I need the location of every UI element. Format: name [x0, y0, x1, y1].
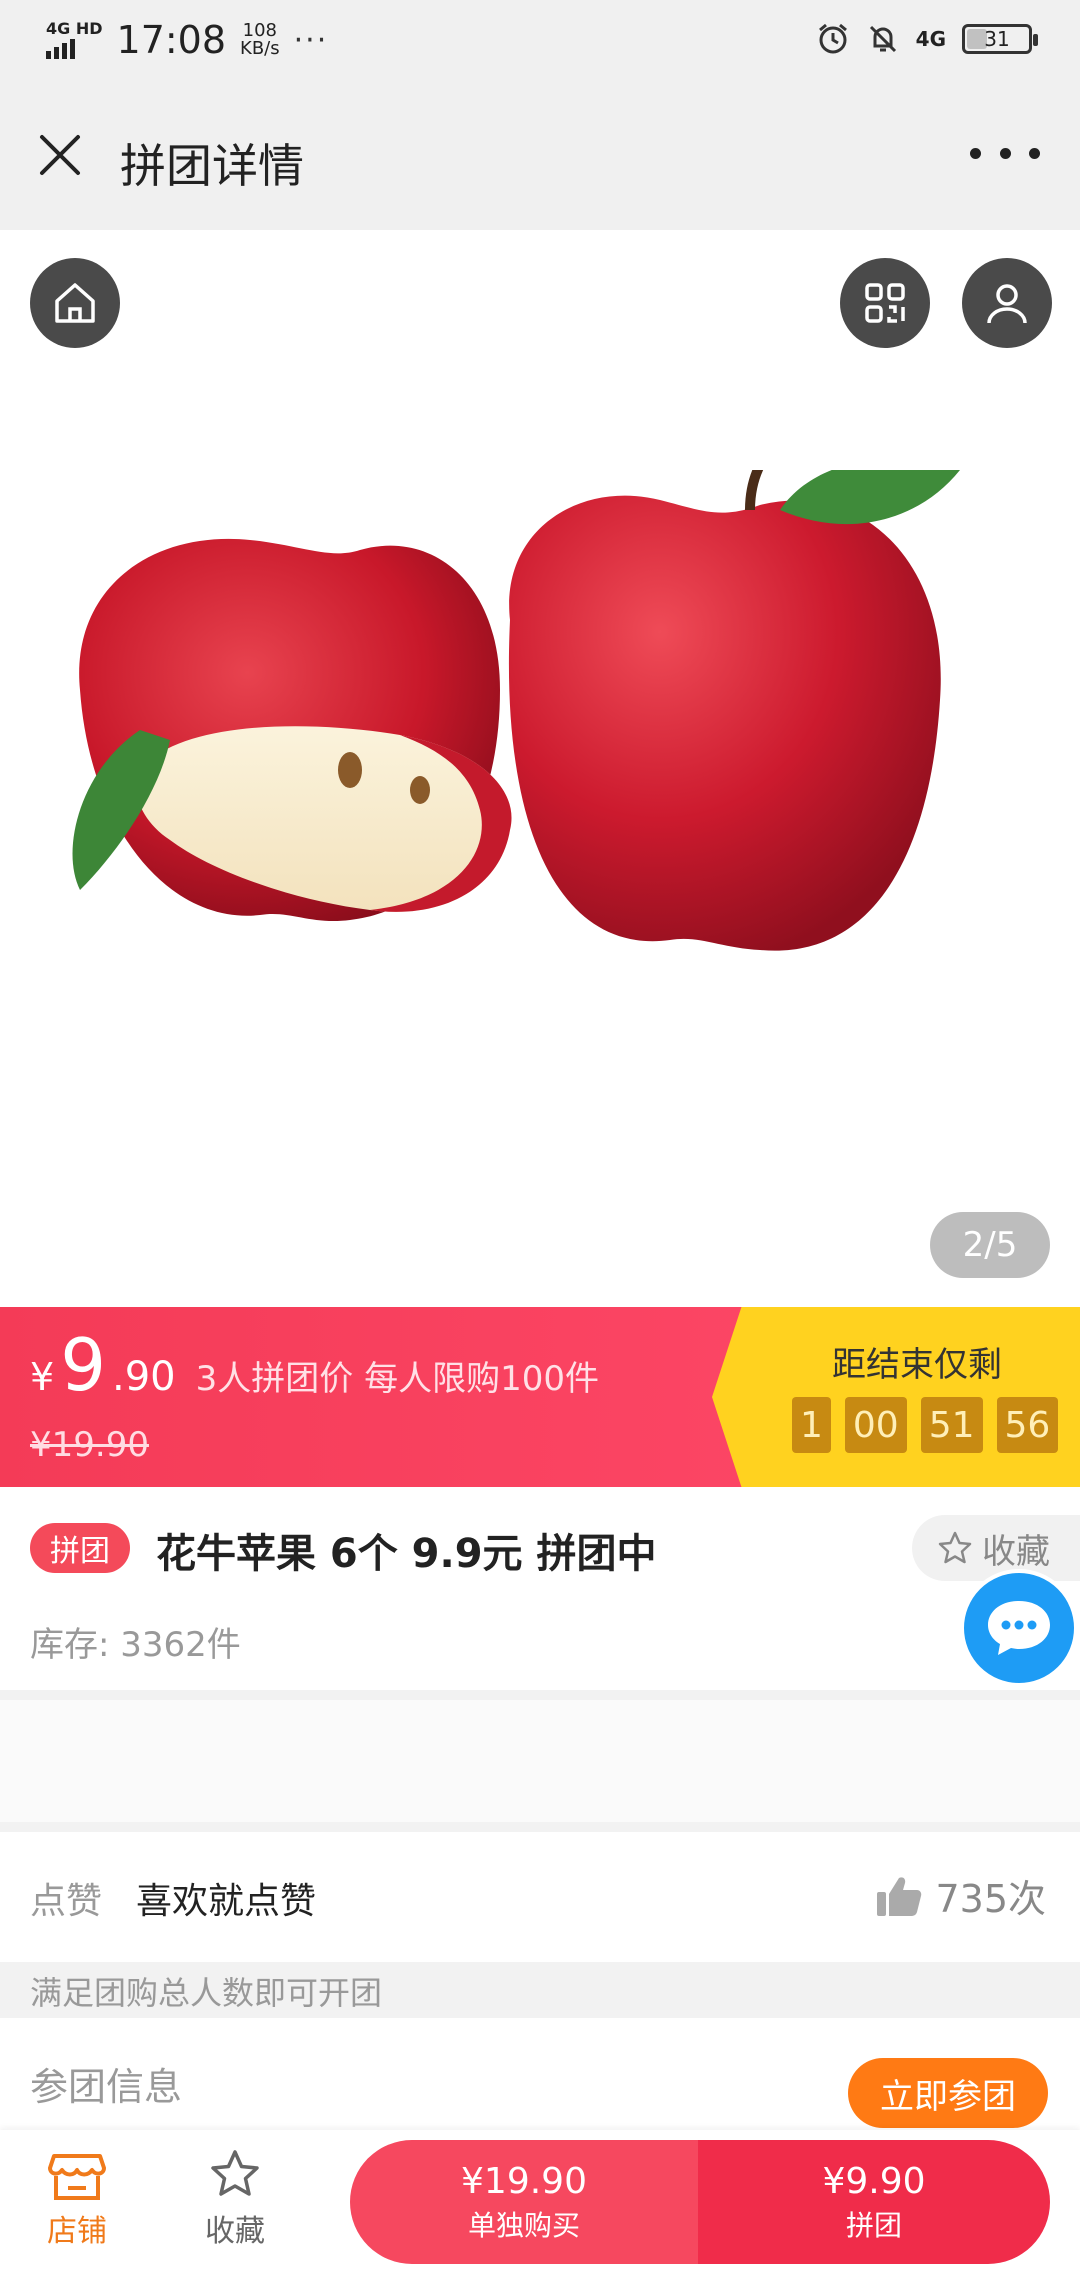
like-row[interactable]: 点赞 喜欢就点赞 735次	[0, 1832, 1080, 1962]
single-price: ¥19.90	[461, 2160, 587, 2202]
battery-icon: 31	[962, 24, 1038, 54]
home-icon	[55, 283, 95, 323]
single-label: 单独购买	[467, 2208, 580, 2242]
star-icon	[211, 2150, 259, 2196]
mute-bell-icon	[869, 25, 896, 53]
like-button[interactable]: 735次	[875, 1868, 1046, 1923]
countdown-label: 距结束仅剩	[832, 1345, 1002, 1385]
price-decimal: .90	[112, 1354, 176, 1400]
network-type: 4G HD	[46, 19, 103, 38]
price-description: 3人拼团价 每人限购100件	[195, 1359, 599, 1399]
status-bar: 4G HD 17:08 108 KB/s ··· 4G 31	[0, 0, 1080, 90]
shop-button[interactable]: 店铺	[22, 2148, 132, 2250]
profile-button[interactable]	[962, 258, 1052, 348]
signal-indicator: 4G HD	[46, 21, 103, 59]
product-title: 花牛苹果 6个 9.9元 拼团中	[156, 1531, 657, 1577]
countdown-timer: 1 00 51 56	[792, 1397, 1059, 1453]
original-price: ¥19.90	[30, 1425, 149, 1465]
bottom-action-bar: 店铺 收藏 ¥19.90 单独购买 ¥9.90 拼团	[0, 2130, 1080, 2280]
group-notice: 满足团购总人数即可开团	[30, 1974, 383, 2012]
thumbs-up-icon	[877, 1876, 922, 1916]
price-banner: ¥ 9 .90 3人拼团价 每人限购100件 ¥19.90 距结束仅剩 1 00…	[0, 1307, 1080, 1487]
qrcode-button[interactable]	[840, 258, 930, 348]
blank-section	[0, 1700, 1080, 1822]
status-more-icon: ···	[293, 22, 329, 58]
buy-alone-button[interactable]: ¥19.90 单独购买	[350, 2140, 698, 2264]
favorite-button[interactable]: 收藏	[912, 1515, 1080, 1581]
join-info-row: 参团信息 立即参团	[0, 2018, 1080, 2138]
group-buy-tag: 拼团	[30, 1523, 130, 1573]
more-options-button[interactable]	[970, 128, 1040, 178]
like-label: 点赞	[30, 1881, 103, 1922]
signal-bars-icon	[46, 37, 75, 59]
group-price: ¥ 9 .90 3人拼团价 每人限购100件	[30, 1325, 599, 1405]
countdown-seconds: 56	[996, 1397, 1059, 1453]
more-dot-icon	[970, 147, 981, 159]
countdown-minutes: 51	[920, 1397, 983, 1453]
page-title: 拼团详情	[120, 139, 304, 193]
shop-label: 店铺	[47, 2214, 107, 2249]
star-icon	[938, 1531, 972, 1564]
bottom-favorite-label: 收藏	[205, 2214, 265, 2249]
status-left: 4G HD 17:08 108 KB/s ···	[46, 18, 328, 62]
countdown-panel: 距结束仅剩 1 00 51 56	[712, 1307, 1080, 1487]
join-now-button[interactable]: 立即参团	[848, 2058, 1048, 2128]
countdown-hours: 00	[844, 1397, 907, 1453]
stock-count: 库存: 3362件	[30, 1625, 241, 1665]
join-info-label: 参团信息	[30, 2065, 183, 2109]
like-prompt: 喜欢就点赞	[136, 1881, 317, 1922]
customer-service-button[interactable]	[960, 1569, 1078, 1687]
net-speed-unit: KB/s	[240, 38, 280, 59]
group-buy-button[interactable]: ¥9.90 拼团	[698, 2140, 1050, 2264]
image-pager: 2/5	[930, 1212, 1050, 1278]
battery-level: 31	[984, 27, 1010, 51]
chat-bubble-icon	[988, 1601, 1050, 1655]
qrcode-icon	[865, 283, 905, 323]
home-button[interactable]	[30, 258, 120, 348]
product-image-carousel[interactable]: 2/5	[0, 230, 1080, 1307]
user-icon	[987, 284, 1027, 324]
product-info-card: 拼团 花牛苹果 6个 9.9元 拼团中 收藏 库存: 3362件	[0, 1487, 1080, 1690]
shop-icon	[48, 2154, 106, 2200]
purchase-buttons: ¥19.90 单独购买 ¥9.90 拼团	[350, 2140, 1050, 2264]
like-count: 735次	[935, 1877, 1046, 1921]
more-dot-icon	[1029, 147, 1040, 159]
status-right: 4G 31	[816, 22, 1038, 56]
nav-bar: 拼团详情	[0, 90, 1080, 230]
favorite-label: 收藏	[982, 1531, 1050, 1572]
price-integer: 9	[60, 1323, 106, 1407]
product-photo-apples	[72, 470, 960, 951]
close-button[interactable]	[30, 125, 90, 185]
more-dot-icon	[999, 147, 1011, 159]
countdown-days: 1	[792, 1397, 831, 1453]
price-currency: ¥	[30, 1355, 55, 1399]
group-price-bottom: ¥9.90	[822, 2160, 926, 2202]
close-icon	[40, 135, 80, 175]
network-4g-label: 4G	[915, 27, 946, 51]
group-label: 拼团	[845, 2208, 902, 2242]
alarm-icon	[818, 23, 847, 54]
clock: 17:08	[116, 18, 227, 62]
bottom-favorite-button[interactable]: 收藏	[180, 2148, 290, 2250]
net-speed: 108 KB/s	[240, 22, 280, 58]
